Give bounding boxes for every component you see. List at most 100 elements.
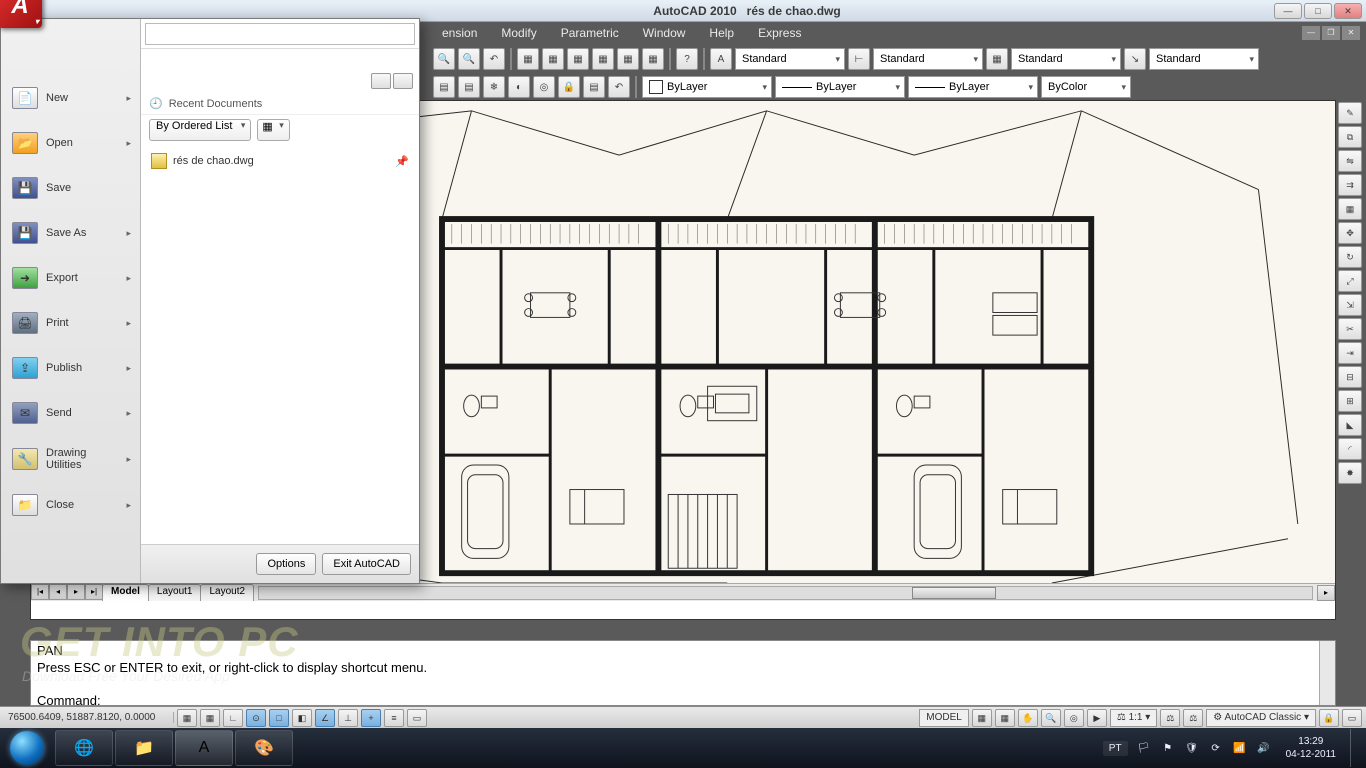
move-button[interactable]: ✥ [1338,222,1362,244]
pin-icon[interactable]: 📌 [395,155,409,168]
coords-readout[interactable]: 76500.6409, 51887.8120, 0.0000 [4,712,174,723]
quickcalc-button[interactable]: ▦ [642,48,664,70]
textstyle-icon[interactable]: A [710,48,732,70]
trim-button[interactable]: ✂ [1338,318,1362,340]
linetype-combo[interactable]: ByLayer [775,76,905,98]
tab-layout1[interactable]: Layout1 [148,584,202,601]
zoom-button[interactable]: 🔍 [1041,709,1061,727]
steeringwheel-button[interactable]: ◎ [1064,709,1084,727]
toolpalette-button[interactable]: ▦ [567,48,589,70]
qp-toggle[interactable]: ▭ [407,709,427,727]
toolbar-lock-button[interactable]: 🔒 [1319,709,1339,727]
options-button[interactable]: Options [256,553,316,575]
hscroll-thumb[interactable] [912,587,996,599]
app-menu-button[interactable]: A [0,0,42,28]
mleaderstyle-icon[interactable]: ↘ [1124,48,1146,70]
taskbar-explorer[interactable]: 📁 [115,730,173,766]
taskbar-chrome[interactable]: 🌐 [55,730,113,766]
menu-window[interactable]: Window [631,23,698,43]
ortho-toggle[interactable]: ∟ [223,709,243,727]
zoom-window-button[interactable]: 🔍 [458,48,480,70]
command-window[interactable]: PAN Press ESC or ENTER to exit, or right… [30,640,1336,706]
menu-help[interactable]: Help [697,23,746,43]
tab-prev-button[interactable]: ◂ [49,584,67,600]
app-menu-saveas[interactable]: 💾Save As▸ [3,211,138,255]
layer-prop-button[interactable]: ▤ [433,76,455,98]
snap-toggle[interactable]: ▦ [177,709,197,727]
dyn-toggle[interactable]: + [361,709,381,727]
doc-restore-button[interactable]: ❐ [1322,26,1340,40]
layer-iso-button[interactable]: ◎ [533,76,555,98]
break-button[interactable]: ⊟ [1338,366,1362,388]
hscroll-track[interactable] [258,586,1313,600]
show-desktop-button[interactable] [1350,729,1360,767]
tray-language[interactable]: PT [1103,741,1128,756]
annoscale-combo[interactable]: ⚖ 1:1 ▾ [1110,709,1157,727]
zoom-previous-button[interactable]: ↶ [483,48,505,70]
app-menu-publish[interactable]: ⇪Publish▸ [3,346,138,390]
tab-next-button[interactable]: ▸ [67,584,85,600]
recent-view-list-button[interactable] [393,73,413,89]
tray-antivirus-icon[interactable]: 🛡 [1184,740,1200,756]
tablestyle-combo[interactable]: Standard [1011,48,1121,70]
lineweight-combo[interactable]: ByLayer [908,76,1038,98]
app-menu-send[interactable]: ✉Send▸ [3,391,138,435]
app-menu-utilities[interactable]: 🔧Drawing Utilities▸ [3,436,138,482]
cleanscreen-button[interactable]: ▭ [1342,709,1362,727]
cmd-vscroll[interactable] [1319,641,1335,705]
layer-lock-button[interactable]: 🔒 [558,76,580,98]
recent-view-icon-button[interactable] [371,73,391,89]
copy-button[interactable]: ⧉ [1338,126,1362,148]
polar-toggle[interactable]: ⊙ [246,709,266,727]
color-combo[interactable]: ByLayer [642,76,772,98]
app-menu-search-input[interactable] [145,23,415,45]
close-button[interactable]: ✕ [1334,3,1362,19]
tray-network-icon[interactable]: 📶 [1232,740,1248,756]
recent-preview-combo[interactable]: ▦ [257,119,289,141]
explode-button[interactable]: ✸ [1338,462,1362,484]
help-button[interactable]: ? [676,48,698,70]
tray-clock[interactable]: 13:29 04-12-2011 [1280,735,1342,761]
doc-close-button[interactable]: ✕ [1342,26,1360,40]
minimize-button[interactable]: — [1274,3,1302,19]
tab-last-button[interactable]: ▸| [85,584,103,600]
exit-button[interactable]: Exit AutoCAD [322,553,411,575]
doc-minimize-button[interactable]: — [1302,26,1320,40]
quickview-drawings-button[interactable]: ▦ [995,709,1015,727]
tray-volume-icon[interactable]: 🔊 [1256,740,1272,756]
taskbar-paint[interactable]: 🎨 [235,730,293,766]
layer-state-button[interactable]: ▤ [458,76,480,98]
workspace-combo[interactable]: ⚙ AutoCAD Classic ▾ [1206,709,1316,727]
layer-freeze-button[interactable]: ❄ [483,76,505,98]
layer-prev-button[interactable]: ↶ [608,76,630,98]
maximize-button[interactable]: □ [1304,3,1332,19]
taskbar-autocad[interactable]: A [175,730,233,766]
stretch-button[interactable]: ⇲ [1338,294,1362,316]
properties-button[interactable]: ▦ [517,48,539,70]
chamfer-button[interactable]: ◣ [1338,414,1362,436]
annovisibility-button[interactable]: ⚖ [1160,709,1180,727]
osnap-toggle[interactable]: □ [269,709,289,727]
recent-doc-item[interactable]: rés de chao.dwg 📌 [149,149,411,173]
hscroll-right-button[interactable]: ▸ [1317,585,1335,601]
start-button[interactable] [0,728,54,768]
dimstyle-combo[interactable]: Standard [873,48,983,70]
markup-button[interactable]: ▦ [617,48,639,70]
offset-button[interactable]: ⇉ [1338,174,1362,196]
sheetset-button[interactable]: ▦ [592,48,614,70]
scale-button[interactable]: ⤢ [1338,270,1362,292]
tab-first-button[interactable]: |◂ [31,584,49,600]
app-menu-open[interactable]: 📂Open▸ [3,121,138,165]
menu-express[interactable]: Express [746,23,813,43]
designctr-button[interactable]: ▦ [542,48,564,70]
tray-flag-icon[interactable]: 🏳 [1136,740,1152,756]
zoom-realtime-button[interactable]: 🔍 [433,48,455,70]
3dosnap-toggle[interactable]: ◧ [292,709,312,727]
array-button[interactable]: ▦ [1338,198,1362,220]
modelspace-toggle[interactable]: MODEL [919,709,969,727]
ducs-toggle[interactable]: ⊥ [338,709,358,727]
menu-modify[interactable]: Modify [489,23,548,43]
rotate-button[interactable]: ↻ [1338,246,1362,268]
plotstyle-combo[interactable]: ByColor [1041,76,1131,98]
textstyle-combo[interactable]: Standard [735,48,845,70]
